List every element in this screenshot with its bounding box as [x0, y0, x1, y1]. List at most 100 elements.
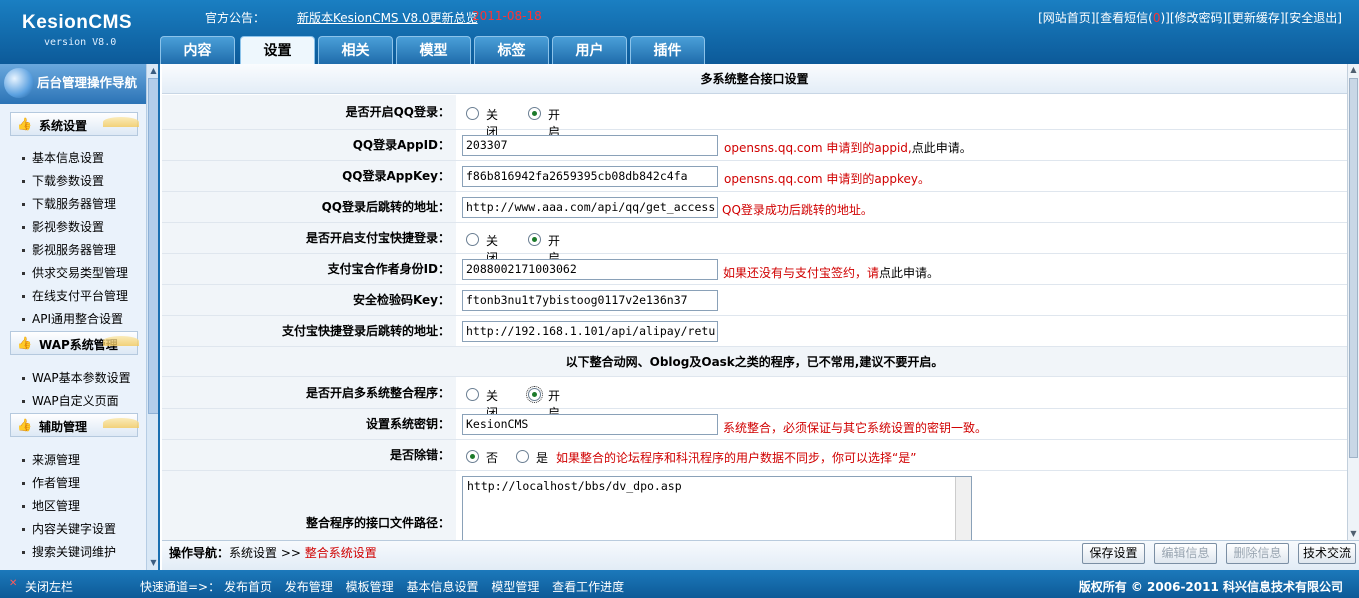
scrollbar-thumb[interactable]	[148, 78, 158, 414]
debug-no-radio[interactable]	[466, 450, 479, 463]
row-qq-appkey: QQ登录AppKey： f86b816942fa2659395cb08db842…	[162, 161, 1347, 192]
tech-support-button[interactable]: 技术交流	[1298, 543, 1356, 564]
tab-settings[interactable]: 设置	[240, 36, 315, 64]
tab-content[interactable]: 内容	[160, 36, 235, 64]
system-key-label: 设置系统密钥：	[162, 409, 456, 439]
alipay-partner-input[interactable]: 2088002171003062	[462, 259, 718, 280]
delete-info-button[interactable]: 删除信息	[1226, 543, 1289, 564]
sidebar-item-content-keywords[interactable]: 内容关键字设置	[22, 520, 116, 537]
qq-appkey-input[interactable]: f86b816942fa2659395cb08db842c4fa	[462, 166, 718, 187]
main-content: 多系统整合接口设置 是否开启QQ登录： 关闭 开启 QQ登录AppID： 203…	[162, 64, 1347, 540]
sidebar-scrollbar[interactable]: ▲ ▼	[146, 64, 158, 570]
scroll-down-arrow-icon[interactable]: ▼	[1348, 528, 1359, 540]
link-change-password[interactable]: [修改密码]	[1170, 11, 1227, 25]
breadcrumb-parent[interactable]: 系统设置	[229, 546, 277, 560]
quick-link-publish-home[interactable]: 发布首页	[224, 580, 272, 594]
thumbs-up-icon: 👍	[17, 117, 32, 131]
scroll-up-arrow-icon[interactable]: ▲	[148, 65, 158, 77]
sidebar-item-wap-custom-page[interactable]: WAP自定义页面	[22, 392, 119, 409]
qq-appid-input[interactable]: 203307	[462, 135, 718, 156]
sidebar-item-video-params[interactable]: 影视参数设置	[22, 218, 104, 235]
sidebar-group-wap[interactable]: 👍 WAP系统管理	[10, 331, 139, 355]
sidebar-item-regions[interactable]: 地区管理	[22, 497, 80, 514]
close-icon[interactable]: ✕	[9, 578, 17, 589]
qq-apply-link[interactable]: 点此申请。	[912, 141, 972, 155]
row-qq-login: 是否开启QQ登录： 关闭 开启	[162, 95, 1347, 139]
quick-link-models[interactable]: 模型管理	[491, 580, 539, 594]
sidebar-item-label: 影视服务器管理	[32, 243, 117, 257]
qq-appkey-hint: opensns.qq.com 申请到的appkey。	[724, 172, 930, 186]
sidebar-item-search-keywords[interactable]: 搜索关键词维护	[22, 543, 116, 560]
scrollbar-thumb[interactable]	[1349, 78, 1358, 458]
close-left-panel-link[interactable]: 关闭左栏	[25, 578, 73, 595]
tab-models[interactable]: 模型	[396, 36, 471, 64]
section-note: 以下整合动网、Oblog及Oask之类的程序，已不常用,建议不要开启。	[162, 347, 1347, 377]
sidebar-item-authors[interactable]: 作者管理	[22, 474, 80, 491]
sidebar-item-basic-info[interactable]: 基本信息设置	[22, 149, 104, 166]
sidebar-item-label: 来源管理	[32, 453, 81, 467]
bullet-icon	[22, 528, 25, 531]
page-title: 多系统整合接口设置	[162, 64, 1347, 94]
quick-link-work-progress[interactable]: 查看工作进度	[552, 580, 624, 594]
qq-login-off-radio[interactable]	[466, 107, 479, 120]
sidebar-item-supply-types[interactable]: 供求交易类型管理	[22, 264, 128, 281]
sidebar-item-label: 内容关键字设置	[32, 522, 117, 536]
action-bar: 操作导航：系统设置 >> 整合系统设置 保存设置 编辑信息 删除信息 技术交流	[162, 540, 1359, 570]
sidebar-item-sources[interactable]: 来源管理	[22, 451, 80, 468]
tab-labels[interactable]: 标签	[474, 36, 549, 64]
quick-link-templates[interactable]: 模板管理	[346, 580, 394, 594]
alipay-partner-hint-text: 如果还没有与支付宝签约，请	[723, 266, 880, 280]
qq-appid-hint-text: opensns.qq.com 申请到的appid,	[724, 141, 912, 155]
tab-users[interactable]: 用户	[552, 36, 627, 64]
link-logout[interactable]: [安全退出]	[1285, 11, 1342, 25]
sidebar-item-download-servers[interactable]: 下载服务器管理	[22, 195, 116, 212]
globe-gear-icon	[4, 68, 34, 98]
multi-system-off-radio[interactable]	[466, 388, 479, 401]
sidebar-item-video-servers[interactable]: 影视服务器管理	[22, 241, 116, 258]
bullet-icon	[22, 459, 25, 462]
footer: ✕ 关闭左栏 快速通道=>： 发布首页 发布管理 模板管理 基本信息设置 模型管…	[0, 570, 1359, 598]
quick-link-basic-info[interactable]: 基本信息设置	[406, 580, 478, 594]
qq-appid-label: QQ登录AppID：	[162, 130, 456, 160]
multi-system-on-radio[interactable]	[526, 386, 543, 403]
alipay-login-off-radio[interactable]	[466, 233, 479, 246]
qq-redirect-input[interactable]: http://www.aaa.com/api/qq/get_access	[462, 197, 718, 218]
api-path-textarea[interactable]: http://localhost/bbs/dv_dpo.asp	[462, 476, 972, 540]
main-scrollbar[interactable]: ▲ ▼	[1347, 64, 1359, 540]
bullet-icon	[22, 551, 25, 554]
scroll-down-arrow-icon[interactable]: ▼	[148, 557, 158, 569]
alipay-login-on-radio[interactable]	[528, 233, 541, 246]
qq-login-on-radio[interactable]	[528, 107, 541, 120]
edit-info-button[interactable]: 编辑信息	[1154, 543, 1217, 564]
alipay-apply-link[interactable]: 点此申请。	[879, 266, 939, 280]
link-site-home[interactable]: [网站首页]	[1038, 11, 1095, 25]
system-key-input[interactable]: KesionCMS	[462, 414, 718, 435]
sidebar-item-label: WAP自定义页面	[32, 394, 119, 408]
scroll-up-arrow-icon[interactable]: ▲	[1348, 64, 1359, 76]
sidebar-item-label: API通用整合设置	[32, 312, 123, 326]
sidebar-item-online-payment[interactable]: 在线支付平台管理	[22, 287, 128, 304]
sidebar-item-wap-basic[interactable]: WAP基本参数设置	[22, 369, 131, 386]
logo: KesionCMS version V8.0	[0, 0, 160, 64]
sidebar-title-text: 后台管理操作导航	[37, 75, 138, 90]
sidebar-item-download-params[interactable]: 下载参数设置	[22, 172, 104, 189]
link-refresh-cache[interactable]: [更新缓存]	[1227, 11, 1284, 25]
sidebar-group-auxiliary[interactable]: 👍 辅助管理	[10, 413, 139, 437]
sidebar-group-system-settings[interactable]: 👍 系统设置	[10, 112, 139, 136]
save-settings-button[interactable]: 保存设置	[1082, 543, 1145, 564]
debug-yes-radio[interactable]	[516, 450, 529, 463]
quick-link-publish-manage[interactable]: 发布管理	[285, 580, 333, 594]
alipay-key-input[interactable]: ftonb3nu1t7ybistoog0117v2e136n37	[462, 290, 718, 311]
textarea-scrollbar[interactable]	[955, 477, 971, 540]
copyright: 版权所有 © 2006-2011 科兴信息技术有限公司	[1078, 580, 1343, 594]
tab-plugins[interactable]: 插件	[630, 36, 705, 64]
collapse-arrow-icon	[103, 336, 139, 346]
sidebar-item-api-integration[interactable]: API通用整合设置	[22, 310, 123, 327]
alipay-redirect-input[interactable]: http://192.168.1.101/api/alipay/retu	[462, 321, 718, 342]
notice-link[interactable]: 新版本KesionCMS V8.0更新总览	[297, 9, 478, 26]
tab-related[interactable]: 相关	[318, 36, 393, 64]
logo-version: version V8.0	[44, 37, 117, 48]
row-alipay-redirect: 支付宝快捷登录后跳转的地址： http://192.168.1.101/api/…	[162, 316, 1347, 347]
link-messages[interactable]: [查看短信(0)]	[1095, 11, 1169, 25]
sidebar-item-label: 下载参数设置	[32, 174, 105, 188]
